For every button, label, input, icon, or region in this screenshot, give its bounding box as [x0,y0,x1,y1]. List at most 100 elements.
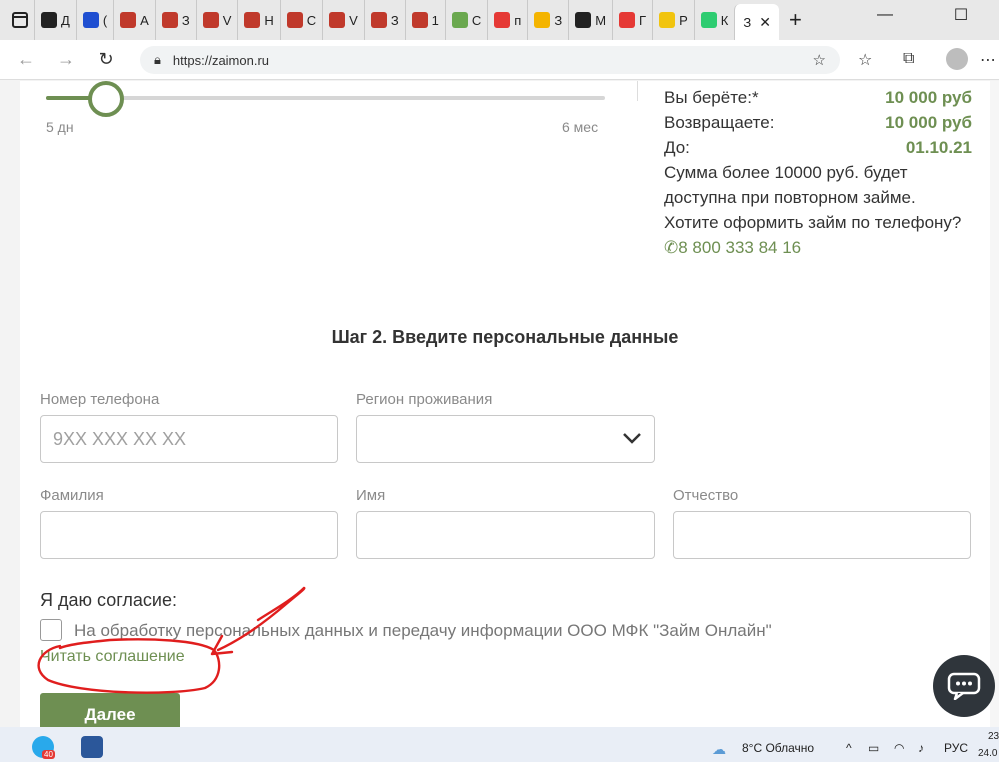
tab-favicon-icon [575,12,592,28]
middlename-label: Отчество [673,487,739,504]
tab-item[interactable]: п [487,0,527,40]
menu-icon[interactable]: ⋯ [980,50,996,70]
tab-label: М [595,12,607,28]
tab-favicon-icon [286,12,303,28]
tab-favicon-icon [411,12,428,28]
tab-item[interactable]: V [322,0,364,40]
cloud-icon: ☁ [712,741,726,757]
telegram-icon[interactable]: 40 [32,736,55,759]
lastname-label: Фамилия [40,487,104,504]
tab-label: С [471,12,482,28]
forward-icon[interactable]: → [46,49,86,70]
tab-item[interactable]: А [113,0,155,40]
language-indicator[interactable]: РУС [944,741,968,755]
tab-label: V [349,12,358,28]
tab-item[interactable]: З [154,0,196,40]
consent-checkbox[interactable] [40,619,62,641]
refresh-icon[interactable]: ↻ [86,49,126,70]
chevron-down-icon [623,433,641,444]
step-title: Шаг 2. Введите персональные данные [331,327,679,347]
next-button[interactable]: Далее [40,693,180,727]
tab-favicon-icon [161,12,178,28]
tab-label: А [140,12,149,28]
tab-item[interactable]: З [363,0,405,40]
minimize-icon[interactable]: — [862,0,908,30]
read-agreement-link[interactable]: Читать соглашение [40,648,185,666]
profile-avatar[interactable] [946,48,968,70]
tab-favicon-icon [451,12,468,28]
tab-label: Н [264,12,274,28]
battery-icon[interactable]: ▭ [868,741,879,755]
until-label: До: [664,138,690,157]
tray-chevron-icon[interactable]: ^ [846,741,852,755]
tab-item[interactable]: К [693,0,735,40]
scrollbar[interactable] [990,81,999,727]
favorites-icon[interactable]: ☆ [858,50,872,70]
tab-favicon-icon [244,12,261,28]
take-label: Вы берёте:* [664,88,759,107]
region-label: Регион проживания [356,391,493,408]
firstname-field[interactable] [356,511,655,559]
clock-time[interactable]: 23 [988,731,999,742]
volume-icon[interactable]: ♪ [918,741,924,755]
tab-label: п [514,12,522,28]
chat-button[interactable] [933,655,995,717]
summary-note: Сумма более 10000 руб. будет доступна пр… [664,163,962,232]
add-favorite-icon[interactable]: ☆ [813,51,826,69]
clock-date[interactable]: 24.0 [978,748,997,759]
phone-field[interactable]: 9XX XXX XX XX [40,415,338,463]
slider-max-label: 6 мес [562,119,599,135]
tab-favicon-icon [494,12,511,28]
lock-icon: 🔒︎ [154,52,161,67]
divider [637,81,638,101]
term-slider-thumb[interactable] [88,81,124,117]
region-select[interactable] [356,415,655,463]
weather-text[interactable]: 8°C Облачно [742,741,814,755]
tab-favicon-icon [619,12,636,28]
tab-item[interactable]: 1 [404,0,445,40]
tab-favicon-icon [120,12,137,28]
address-bar: ← → ↻ 🔒︎ https://zaimon.ru ☆ ☆ ⧉ ⋯ [0,40,999,80]
tab-label: С [306,12,317,28]
tab-label: З [390,12,399,28]
tab-label: Г [639,12,647,28]
term-slider-track[interactable] [46,96,605,100]
tab-item[interactable]: Д [34,0,76,40]
firstname-label: Имя [356,487,386,504]
tab-item[interactable]: Г [612,0,652,40]
tab-active-label: З [743,14,752,30]
consent-title: Я даю согласие: [40,590,177,610]
collections-icon[interactable]: ⧉ [903,50,914,68]
tab-item[interactable]: Р [652,0,694,40]
chat-icon [947,672,981,700]
middlename-field[interactable] [673,511,971,559]
lastname-field[interactable] [40,511,338,559]
new-tab-button[interactable]: + [789,7,802,33]
tab-item[interactable]: ( [75,0,113,40]
tab-actions-icon[interactable] [12,12,28,28]
back-icon[interactable]: ← [6,49,46,70]
tab-item[interactable]: Н [237,0,279,40]
tab-label: З [181,12,190,28]
tab-label: К [720,12,729,28]
wifi-icon[interactable]: ◠ [894,741,904,755]
tab-favicon-icon [659,12,676,28]
consent-text: На обработку персональных данных и перед… [74,621,772,640]
maximize-icon[interactable]: ☐ [938,0,984,30]
tab-favicon-icon [329,12,346,28]
telegram-badge: 40 [42,750,55,759]
tab-item[interactable]: С [444,0,487,40]
tab-label: V [222,12,232,28]
phone-label: Номер телефона [40,391,160,408]
tab-item[interactable]: С [279,0,322,40]
tab-favicon-icon [370,12,387,28]
word-icon[interactable] [81,736,103,758]
url-field[interactable]: 🔒︎ https://zaimon.ru ☆ [140,46,840,74]
tab-item[interactable]: V [195,0,238,40]
tab-active[interactable]: З ✕ [734,4,779,40]
close-tab-icon[interactable]: ✕ [759,14,771,31]
tab-label: Р [679,12,688,28]
tab-item[interactable]: З [527,0,568,40]
phone-link[interactable]: ✆8 800 333 84 16 [664,235,972,260]
tab-item[interactable]: М [568,0,612,40]
